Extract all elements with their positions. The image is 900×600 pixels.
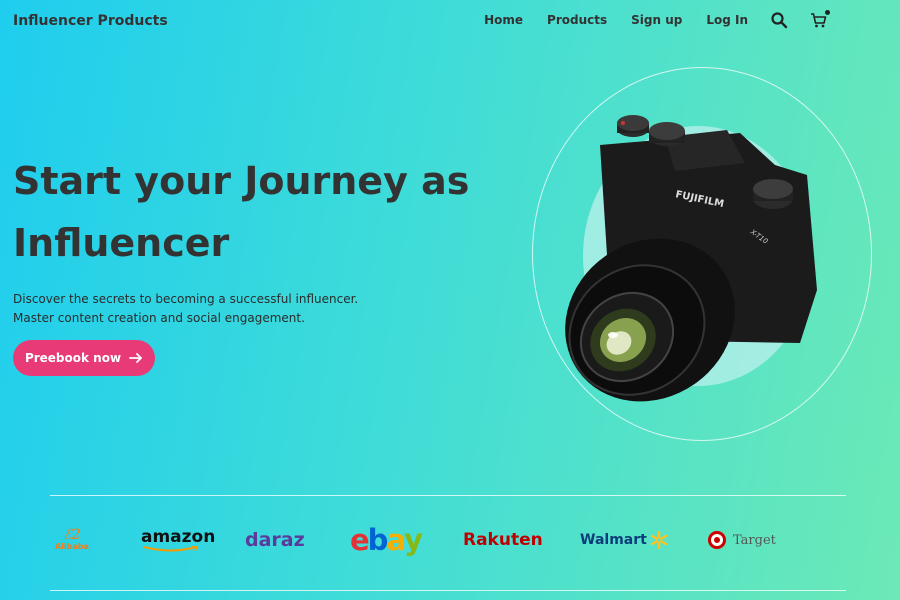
amazon-label: amazon	[141, 526, 216, 547]
walmart-label: Walmart	[580, 532, 647, 548]
ebay-letter-e: e	[350, 523, 370, 557]
alibaba-logo[interactable]: ℰ2 Alibaba	[55, 520, 89, 560]
hero-subtitle: Discover the secrets to becoming a succe…	[13, 290, 413, 328]
camera-image: FUJIFILM X-T10	[565, 115, 817, 402]
alibaba-mark-icon: ℰ2	[63, 527, 81, 543]
ebay-letter-a: a	[386, 523, 406, 557]
partners-divider-top	[50, 495, 846, 496]
ebay-letter-b: b	[367, 523, 389, 557]
main-nav: Home Products Sign up Log In	[460, 10, 830, 29]
partner-logos: ℰ2 Alibaba amazon daraz ebay Rakuten Wal…	[55, 520, 855, 560]
walmart-spark-icon	[650, 531, 668, 549]
hero-title-line2: Influencer	[13, 221, 230, 265]
hero-subtitle-line1: Discover the secrets to becoming a succe…	[13, 292, 359, 306]
cart-badge	[825, 10, 830, 15]
nav-home[interactable]: Home	[484, 13, 523, 27]
search-icon[interactable]	[770, 11, 788, 29]
preebook-button-label: Preebook now	[24, 351, 122, 365]
preebook-button[interactable]: Preebook now	[13, 340, 155, 376]
rakuten-logo[interactable]: Rakuten	[463, 520, 543, 560]
hero-subtitle-line2: Master content creation and social engag…	[13, 311, 305, 325]
alibaba-label: Alibaba	[55, 542, 89, 551]
target-label: Target	[733, 532, 776, 548]
amazon-smile-icon	[143, 545, 199, 551]
nav-products[interactable]: Products	[547, 13, 607, 27]
nav-signup[interactable]: Sign up	[631, 13, 682, 27]
target-logo[interactable]: Target	[707, 520, 776, 560]
hero-title-line1: Start your Journey as	[13, 159, 470, 203]
target-bullseye-icon	[708, 531, 726, 549]
arrow-right-icon	[129, 353, 142, 363]
daraz-logo[interactable]: daraz	[245, 520, 305, 560]
partners-divider-bottom	[50, 590, 846, 591]
ebay-letter-y: y	[404, 523, 423, 557]
rakuten-label: Rakuten	[463, 530, 543, 550]
amazon-logo[interactable]: amazon	[141, 520, 215, 560]
ebay-logo[interactable]: ebay	[350, 520, 423, 560]
hero-title: Start your Journey as Influencer	[13, 150, 483, 274]
cart-icon[interactable]	[810, 10, 830, 29]
walmart-logo[interactable]: Walmart	[580, 520, 668, 560]
brand-logo[interactable]: Influencer Products	[13, 13, 168, 29]
nav-login[interactable]: Log In	[706, 13, 748, 27]
